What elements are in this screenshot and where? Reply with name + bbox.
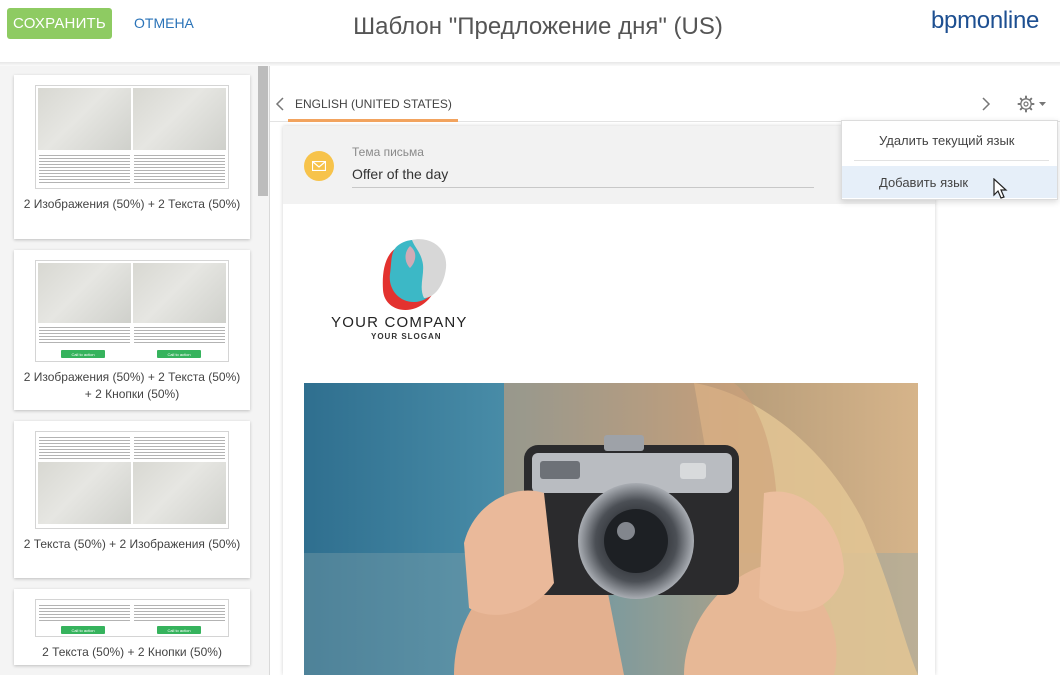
envelope-icon — [304, 151, 334, 181]
template-thumbnail: Call to action Call to action — [35, 260, 229, 362]
tab-english-us[interactable]: ENGLISH (UNITED STATES) — [288, 96, 458, 122]
text-placeholder — [134, 603, 225, 623]
template-card[interactable]: 2 Изображения (50%) + 2 Текста (50%) — [14, 75, 250, 239]
settings-menu: Удалить текущий язык Добавить язык — [841, 120, 1058, 200]
subject-underline — [352, 187, 814, 188]
template-card[interactable]: Call to action Call to action 2 Текста (… — [14, 589, 250, 665]
text-placeholder — [39, 153, 130, 184]
subject-field[interactable]: Offer of the day — [352, 166, 448, 182]
template-blocks-panel: 2 Изображения (50%) + 2 Текста (50%) Cal… — [0, 66, 270, 675]
image-placeholder — [38, 462, 131, 524]
template-thumbnail — [35, 431, 229, 529]
cta-button-placeholder: Call to action — [61, 350, 105, 358]
chevron-right-icon[interactable] — [980, 94, 992, 118]
email-preview: Тема письма Offer of the day YOUR COMPAN… — [283, 126, 935, 675]
text-placeholder — [134, 435, 225, 459]
text-placeholder — [39, 325, 130, 345]
template-thumbnail — [35, 85, 229, 189]
cta-button-placeholder: Call to action — [61, 626, 105, 634]
text-placeholder — [134, 325, 225, 345]
template-label: 2 Текста (50%) + 2 Изображения (50%) — [23, 537, 241, 551]
settings-button[interactable] — [1015, 94, 1051, 114]
template-card[interactable]: 2 Текста (50%) + 2 Изображения (50%) — [14, 421, 250, 578]
caret-down-icon — [1039, 102, 1046, 106]
subject-section: Тема письма Offer of the day — [283, 126, 935, 204]
menu-item-remove-language[interactable]: Удалить текущий язык — [842, 124, 1057, 156]
company-name: YOUR COMPANY — [331, 314, 468, 331]
company-slogan: YOUR SLOGAN — [371, 332, 442, 341]
chevron-left-icon[interactable] — [274, 94, 286, 118]
image-placeholder — [38, 263, 131, 323]
hero-image[interactable] — [304, 383, 918, 675]
image-placeholder — [133, 88, 226, 150]
menu-item-add-language[interactable]: Добавить язык — [842, 166, 1057, 198]
page-title: Шаблон "Предложение дня" (US) — [353, 13, 723, 40]
image-placeholder — [38, 88, 131, 150]
text-placeholder — [39, 603, 130, 623]
text-placeholder — [39, 435, 130, 459]
top-toolbar: СОХРАНИТЬ ОТМЕНА Шаблон "Предложение дня… — [0, 0, 1060, 62]
template-label: 2 Изображения (50%) + 2 Текста (50%) — [23, 197, 241, 211]
template-thumbnail: Call to action Call to action — [35, 599, 229, 637]
text-placeholder — [134, 153, 225, 184]
template-label: 2 Изображения (50%) + 2 Текста (50%) + 2… — [23, 370, 241, 401]
gear-icon — [1017, 95, 1046, 113]
brand-logo: bpmonline — [931, 7, 1040, 34]
language-tabs: ENGLISH (UNITED STATES) — [270, 66, 1060, 122]
image-placeholder — [133, 263, 226, 323]
template-label: 2 Текста (50%) + 2 Кнопки (50%) — [42, 645, 222, 659]
image-placeholder — [133, 462, 226, 524]
subject-caption: Тема письма — [352, 145, 424, 159]
cta-button-placeholder: Call to action — [157, 350, 201, 358]
panel-scrollbar[interactable] — [258, 66, 268, 196]
template-card[interactable]: Call to action Call to action 2 Изображе… — [14, 250, 250, 410]
mouse-pointer-icon — [993, 178, 1008, 199]
cta-button-placeholder: Call to action — [157, 626, 201, 634]
menu-divider — [854, 160, 1049, 161]
